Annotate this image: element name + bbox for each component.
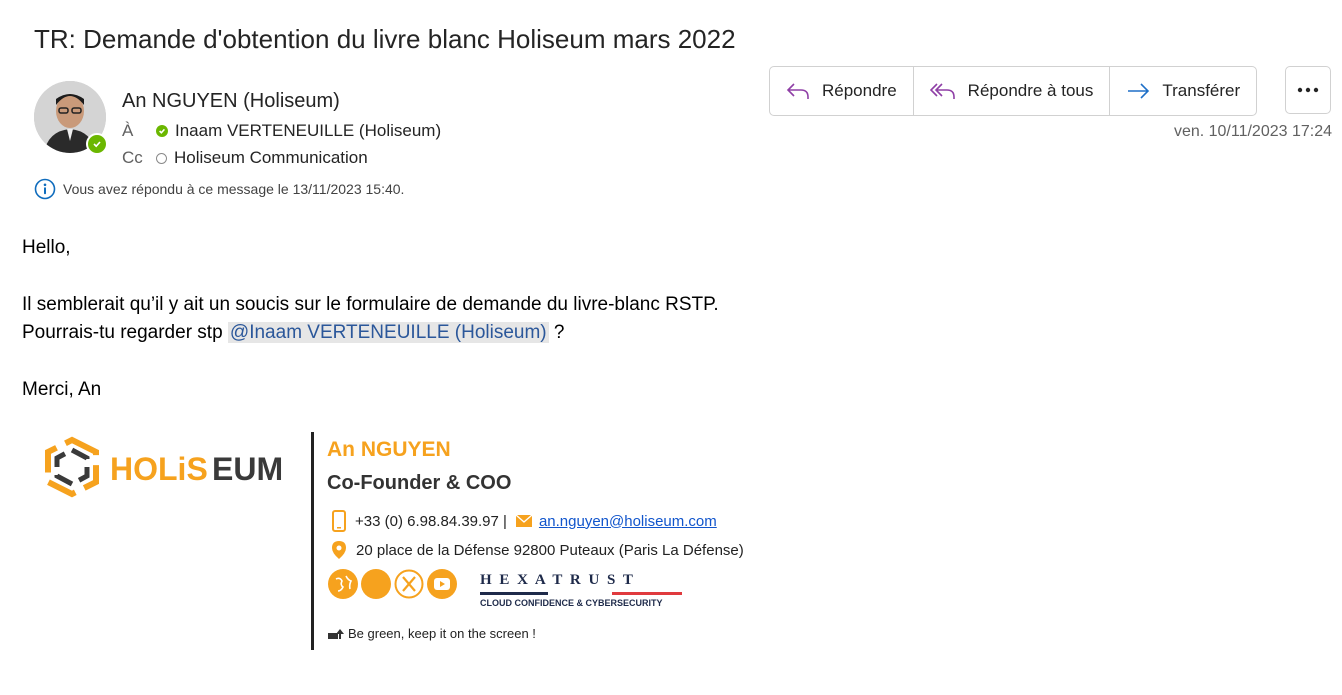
hexatrust-bars <box>480 592 682 595</box>
reply-button[interactable]: Répondre <box>770 67 913 115</box>
reply-label: Répondre <box>822 81 897 100</box>
presence-available-icon <box>156 125 168 137</box>
forward-button[interactable]: Transférer <box>1109 67 1256 115</box>
more-icon <box>1297 87 1319 93</box>
body-line-2: Pourrais-tu regarder stp @Inaam VERTENEU… <box>22 322 564 344</box>
body-line-2-suffix: ? <box>548 322 565 343</box>
replied-info-text: Vous avez répondu à ce message le 13/11/… <box>63 181 405 197</box>
reply-actions: Répondre Répondre à tous Transférer <box>769 66 1258 116</box>
body-closing: Merci, An <box>22 379 102 400</box>
signature-email-link[interactable]: an.nguyen@holiseum.com <box>539 513 717 530</box>
hexatrust-text: H E X A T R U S T <box>480 572 635 588</box>
to-row: À Inaam VERTENEUILLE (Holiseum) <box>122 121 441 141</box>
svg-text:in: in <box>368 577 381 594</box>
signature-title: Co-Founder & COO <box>327 472 512 494</box>
cc-row: Cc Holiseum Communication <box>122 148 368 168</box>
more-actions-button[interactable] <box>1285 66 1331 114</box>
holiseum-logo: HOLiS EUM <box>42 436 304 503</box>
signature-contact: +33 (0) 6.98.84.39.97 | an.nguyen@holise… <box>331 510 717 532</box>
hexatrust-subtitle: CLOUD CONFIDENCE & CYBERSECURITY <box>480 598 663 608</box>
forward-icon <box>1128 83 1150 99</box>
mention-link[interactable]: @Inaam VERTENEUILLE (Holiseum) <box>227 322 549 343</box>
signature-name: An NGUYEN <box>327 438 451 461</box>
cc-label: Cc <box>122 148 143 167</box>
presence-available-icon <box>86 133 108 155</box>
reply-all-label: Répondre à tous <box>967 81 1094 100</box>
website-icon[interactable] <box>328 569 358 599</box>
to-recipient[interactable]: Inaam VERTENEUILLE (Holiseum) <box>175 121 441 141</box>
cc-recipient[interactable]: Holiseum Communication <box>174 148 368 168</box>
signature-address: 20 place de la Défense 92800 Puteaux (Pa… <box>356 541 744 559</box>
reply-all-icon <box>929 83 955 99</box>
svg-text:EUM: EUM <box>212 451 283 487</box>
reply-icon <box>786 83 809 99</box>
email-subject: TR: Demande d'obtention du livre blanc H… <box>34 24 736 54</box>
to-label: À <box>122 121 134 140</box>
x-twitter-icon[interactable] <box>394 569 424 599</box>
mail-icon <box>515 514 533 527</box>
signature-green-note: Be green, keep it on the screen ! <box>327 626 536 641</box>
svg-text:HOLiS: HOLiS <box>110 451 208 487</box>
forward-label: Transférer <box>1162 81 1241 100</box>
reply-all-button[interactable]: Répondre à tous <box>912 67 1110 115</box>
sender-name[interactable]: An NGUYEN (Holiseum) <box>122 90 340 113</box>
info-icon <box>34 178 56 200</box>
phone-icon <box>332 510 346 532</box>
location-pin-icon <box>332 541 346 559</box>
computer-tree-icon <box>328 628 344 639</box>
replied-info-bar: Vous avez répondu à ce message le 13/11/… <box>34 178 404 200</box>
signature-divider <box>311 432 314 650</box>
signature-phone: +33 (0) 6.98.84.39.97 | <box>355 512 507 530</box>
green-note-text: Be green, keep it on the screen ! <box>348 626 536 641</box>
social-links: in <box>328 569 460 599</box>
body-line-1: Il semblerait qu’il y ait un soucis sur … <box>22 294 719 315</box>
hexatrust-logo: H E X A T R U S T CLOUD CONFIDENCE & CYB… <box>480 572 682 608</box>
body-greeting: Hello, <box>22 237 71 258</box>
youtube-icon[interactable] <box>427 569 457 599</box>
presence-unknown-icon <box>156 152 167 164</box>
email-date: ven. 10/11/2023 17:24 <box>1173 123 1332 140</box>
body-line-2-prefix: Pourrais-tu regarder stp <box>22 322 228 343</box>
linkedin-icon[interactable]: in <box>361 569 391 599</box>
sender-avatar[interactable] <box>34 81 108 155</box>
signature-address-row: 20 place de la Défense 92800 Puteaux (Pa… <box>331 540 744 560</box>
